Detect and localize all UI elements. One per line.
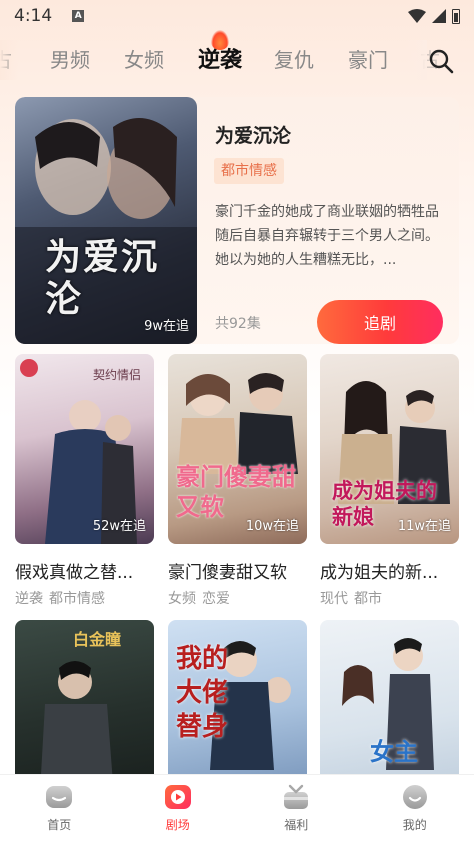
signal-icon: [432, 9, 446, 23]
tab-female[interactable]: 女频: [124, 44, 164, 73]
bottom-navigation: 首页 剧场 福利 我的: [0, 774, 474, 842]
drama-views: 11w在追: [397, 519, 451, 534]
drama-tag: 现代: [320, 591, 348, 607]
drama-poster[interactable]: 豪门傻妻甜又软 10w在追: [168, 354, 307, 544]
nav-home-label: 首页: [47, 818, 72, 832]
tabs-fade-left: [0, 40, 18, 80]
drama-tags: 现代 都市: [320, 588, 382, 608]
drama-poster[interactable]: 契约情侣 52w在追: [15, 354, 154, 544]
theater-icon: [164, 785, 191, 809]
drama-poster-text: 豪门傻妻甜又软: [176, 463, 296, 521]
category-tabs: 古 男频 女频 逆袭 复仇 豪门 古: [0, 40, 474, 84]
nav-theater[interactable]: 剧场: [119, 775, 238, 842]
nav-rewards[interactable]: 福利: [237, 775, 356, 842]
drama-views: 52w在追: [92, 519, 146, 534]
drama-poster-text: 白金瞳: [73, 630, 122, 649]
drama-tag: 恋爱: [202, 591, 230, 607]
featured-views: 9w在追: [144, 319, 189, 334]
drama-poster-text: 女主: [370, 738, 418, 766]
drama-tags: 逆袭 都市情感: [15, 588, 105, 608]
featured-poster-title: 为爱沉沦: [45, 237, 160, 320]
tab-wealthy[interactable]: 豪门: [348, 44, 388, 73]
drama-poster-text: 契约情侣: [93, 368, 142, 382]
featured-title: 为爱沉沦: [215, 125, 292, 147]
drama-title: 假戏真做之替...: [15, 563, 134, 583]
featured-drama-card[interactable]: 为爱沉沦 9w在追 为爱沉沦 都市情感 豪门千金的她成了商业联姻的牺牲品随后自暴…: [15, 97, 459, 344]
drama-views: 10w在追: [245, 519, 299, 534]
wifi-icon: [408, 9, 426, 23]
follow-drama-button[interactable]: 追剧: [317, 300, 443, 344]
nav-profile[interactable]: 我的: [356, 775, 474, 842]
search-icon[interactable]: [428, 48, 454, 74]
featured-poster[interactable]: 为爱沉沦 9w在追: [15, 97, 197, 344]
drama-poster[interactable]: 成为姐夫的新娘 11w在追: [320, 354, 459, 544]
tabs-fade-right: [405, 40, 427, 80]
drama-tag: 都市: [354, 591, 382, 607]
tab-male[interactable]: 男频: [50, 44, 90, 73]
status-icons: [408, 8, 460, 24]
tab-revenge[interactable]: 复仇: [274, 44, 314, 73]
nav-home[interactable]: 首页: [0, 775, 119, 842]
status-time: 4:14: [14, 6, 53, 26]
featured-genre-tag: 都市情感: [214, 158, 284, 184]
status-bar: 4:14 A: [0, 0, 474, 32]
featured-description: 豪门千金的她成了商业联姻的牺牲品随后自暴自弃辗转于三个男人之间。她以为她的人生糟…: [215, 204, 439, 268]
drama-tags: 女频 恋爱: [168, 588, 230, 608]
nav-rewards-label: 福利: [284, 818, 309, 832]
battery-icon: [452, 8, 460, 24]
nav-profile-label: 我的: [402, 818, 427, 832]
drama-tag: 都市情感: [49, 591, 105, 607]
gift-icon: [284, 784, 309, 809]
home-icon: [46, 786, 73, 808]
drama-tag: 逆袭: [15, 591, 43, 607]
drama-title: 成为姐夫的新...: [320, 563, 439, 583]
drama-poster-text: 我的大佬替身: [176, 644, 229, 742]
active-tab-flame-icon: [211, 30, 229, 50]
drama-tag: 女频: [168, 591, 196, 607]
drama-title: 豪门傻妻甜又软: [168, 563, 287, 583]
notification-a-icon: A: [72, 10, 85, 22]
nav-theater-label: 剧场: [165, 818, 190, 832]
featured-episode-count: 共92集: [215, 316, 261, 332]
profile-icon: [402, 785, 427, 809]
